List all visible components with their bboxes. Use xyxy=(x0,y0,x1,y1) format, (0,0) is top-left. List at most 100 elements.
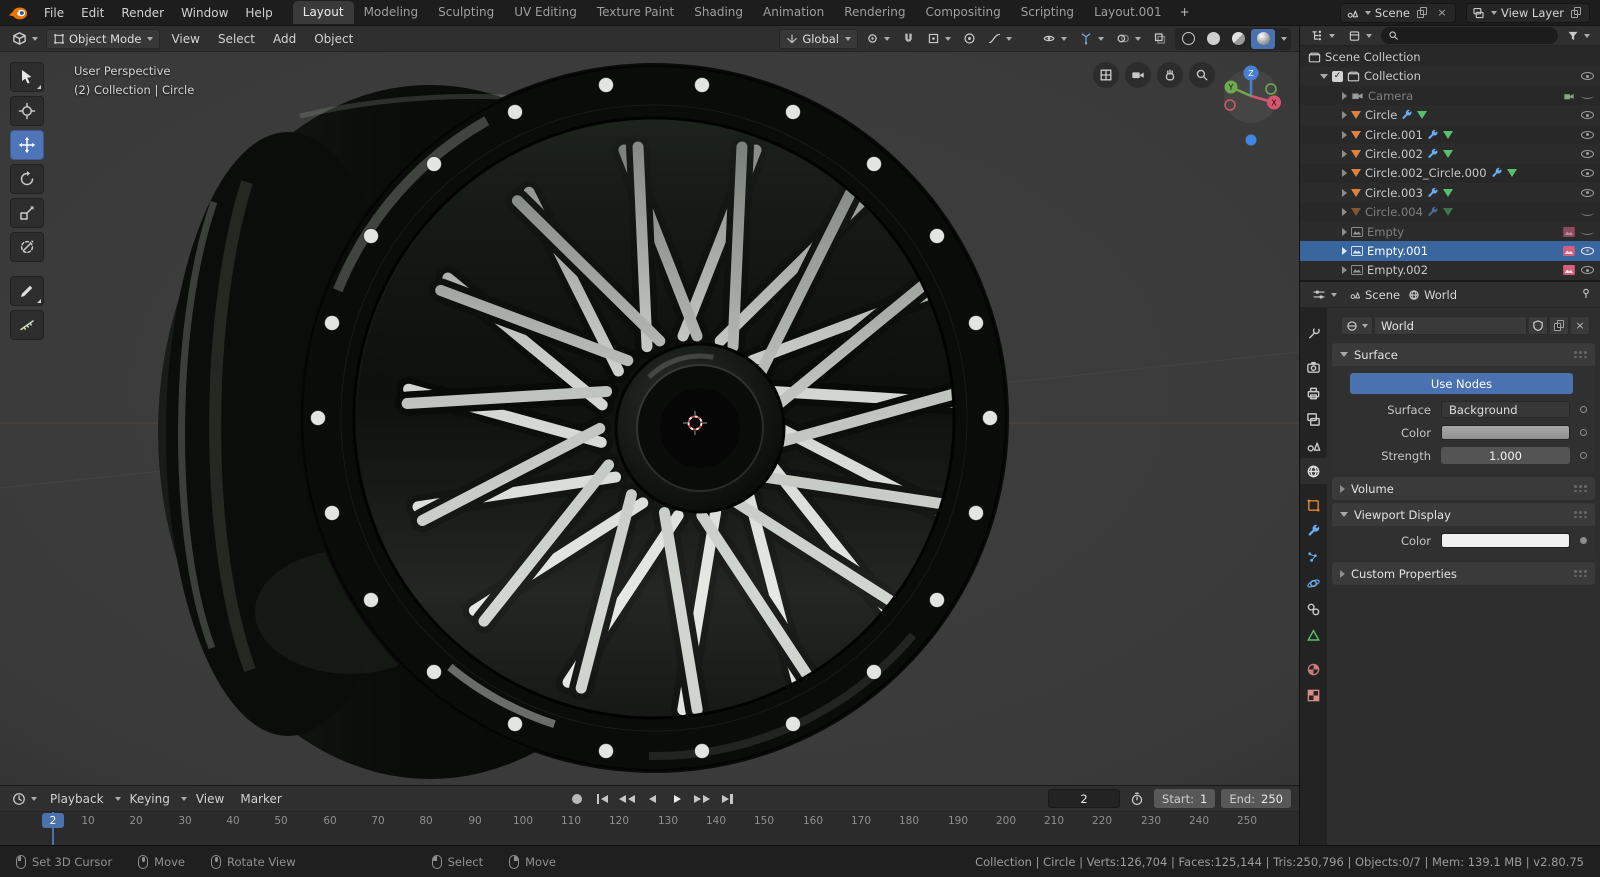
shading-dropdown[interactable] xyxy=(1276,29,1290,49)
tool-transform[interactable] xyxy=(10,232,44,262)
menu-view[interactable]: View xyxy=(164,29,206,49)
menu-timeline-view[interactable]: View xyxy=(189,789,231,809)
menu-keying[interactable]: Keying xyxy=(123,789,177,809)
tab-material[interactable] xyxy=(1300,656,1327,682)
visibility-eye-icon[interactable] xyxy=(1581,111,1594,120)
visibility-eye-icon[interactable] xyxy=(1581,246,1594,255)
row-circle[interactable]: Circle xyxy=(1300,105,1600,125)
timeline-ruler[interactable]: 10 20 30 40 50 60 70 80 90 100 110 120 1… xyxy=(0,812,1299,845)
disclosure-icon[interactable] xyxy=(1342,91,1347,100)
previous-keyframe-button[interactable] xyxy=(616,789,638,808)
menu-playback[interactable]: Playback xyxy=(43,789,111,809)
world-color-swatch[interactable] xyxy=(1441,425,1570,440)
row-scene-collection[interactable]: Scene Collection xyxy=(1300,47,1600,66)
outliner-editor-type-button[interactable] xyxy=(1306,27,1339,44)
tab-tool[interactable] xyxy=(1300,320,1327,346)
tab-particles[interactable] xyxy=(1300,544,1327,570)
auto-keyframe-button[interactable] xyxy=(566,789,588,808)
disclosure-open-icon[interactable] xyxy=(1320,73,1328,79)
disclosure-icon[interactable] xyxy=(1342,246,1347,255)
perspective-toggle-button[interactable] xyxy=(1093,62,1119,88)
proportional-falloff-dropdown[interactable] xyxy=(984,30,1016,47)
row-circle-004[interactable]: Circle.004 xyxy=(1300,202,1600,221)
disclosure-icon[interactable] xyxy=(1342,130,1347,139)
add-workspace-button[interactable]: + xyxy=(1172,1,1198,24)
row-circle-002[interactable]: Circle.002 xyxy=(1300,144,1600,164)
proportional-editing-button[interactable] xyxy=(959,30,980,47)
tab-texture[interactable] xyxy=(1300,682,1327,708)
scene-name[interactable]: Scene xyxy=(1375,6,1410,20)
visibility-eye-icon[interactable] xyxy=(1581,266,1594,275)
tool-scale[interactable] xyxy=(10,198,44,228)
tool-cursor[interactable] xyxy=(10,96,44,126)
new-scene-icon[interactable] xyxy=(1414,5,1430,21)
tool-measure[interactable] xyxy=(10,310,44,340)
outliner-display-mode-button[interactable] xyxy=(1344,28,1376,44)
disclosure-icon[interactable] xyxy=(1342,149,1347,158)
preview-range-button[interactable] xyxy=(1126,790,1148,808)
new-view-layer-icon[interactable] xyxy=(1568,5,1584,21)
strength-field[interactable]: 1.000 xyxy=(1441,447,1570,464)
decorator-dot[interactable] xyxy=(1579,429,1587,436)
workspace-tab-texture-paint[interactable]: Texture Paint xyxy=(587,1,684,24)
disclosure-icon[interactable] xyxy=(1342,188,1347,197)
xray-toggle-button[interactable] xyxy=(1149,30,1171,47)
jump-to-end-button[interactable] xyxy=(716,789,738,808)
menu-add[interactable]: Add xyxy=(266,29,303,49)
workspace-tab-animation[interactable]: Animation xyxy=(753,1,834,24)
outliner-search[interactable] xyxy=(1381,27,1558,45)
surface-shader-dropdown[interactable]: Background xyxy=(1441,401,1570,418)
object-name[interactable]: Circle xyxy=(1365,108,1397,122)
tool-move[interactable] xyxy=(10,130,44,160)
new-world-button[interactable] xyxy=(1550,316,1569,335)
view-layer-selector[interactable]: View Layer xyxy=(1465,2,1590,23)
frame-end-field[interactable]: End: 250 xyxy=(1221,789,1291,808)
disclosure-icon[interactable] xyxy=(1342,266,1347,275)
snap-target-dropdown[interactable] xyxy=(923,30,955,47)
frame-start-field[interactable]: Start: 1 xyxy=(1154,789,1216,808)
outliner-filter-button[interactable] xyxy=(1563,28,1594,44)
menu-file[interactable]: File xyxy=(36,3,72,23)
transform-orientation-dropdown[interactable]: Global xyxy=(779,28,858,49)
object-name[interactable]: Camera xyxy=(1368,89,1413,103)
visibility-eye-icon[interactable] xyxy=(1581,130,1594,139)
tab-output[interactable] xyxy=(1300,380,1327,406)
navigation-gizmo[interactable]: Z X Y xyxy=(1219,64,1283,151)
snap-toggle-button[interactable] xyxy=(898,30,919,47)
row-circle-003[interactable]: Circle.003 xyxy=(1300,183,1600,203)
decorator-dot[interactable] xyxy=(1579,452,1587,459)
unlink-world-button[interactable]: × xyxy=(1571,316,1590,335)
row-empty-001-selected[interactable]: Empty.001 xyxy=(1300,241,1600,261)
menu-select[interactable]: Select xyxy=(211,29,262,49)
play-reverse-button[interactable] xyxy=(641,789,663,808)
tab-object-data[interactable] xyxy=(1300,622,1327,648)
row-empty-002[interactable]: Empty.002 xyxy=(1300,260,1600,280)
world-name-field[interactable]: World xyxy=(1375,316,1527,335)
browse-world-button[interactable] xyxy=(1341,316,1373,335)
zoom-view-button[interactable] xyxy=(1189,62,1215,88)
surface-panel-header[interactable]: Surface xyxy=(1332,343,1595,366)
visibility-eye-icon[interactable] xyxy=(1581,149,1594,158)
object-name[interactable]: Circle.002_Circle.000 xyxy=(1365,166,1487,180)
workspace-tab-layout-001[interactable]: Layout.001 xyxy=(1084,1,1172,24)
tab-view-layer[interactable] xyxy=(1300,406,1327,432)
menu-object[interactable]: Object xyxy=(307,29,360,49)
tool-rotate[interactable] xyxy=(10,164,44,194)
volume-panel-header[interactable]: Volume xyxy=(1332,477,1595,500)
object-name[interactable]: Circle.004 xyxy=(1365,205,1423,219)
visibility-eye-icon[interactable] xyxy=(1581,169,1594,178)
search-input[interactable] xyxy=(1403,29,1551,42)
shading-solid-button[interactable] xyxy=(1201,29,1225,49)
pan-view-button[interactable] xyxy=(1157,62,1183,88)
object-name[interactable]: Circle.003 xyxy=(1365,186,1423,200)
tool-select-box[interactable] xyxy=(10,62,44,92)
custom-properties-panel-header[interactable]: Custom Properties xyxy=(1332,562,1595,585)
decorator-dot[interactable] xyxy=(1579,537,1587,544)
viewport-3d[interactable]: User Perspective (2) Collection | Circle xyxy=(0,52,1299,785)
properties-editor-type-button[interactable] xyxy=(1308,286,1341,303)
timeline-editor-type-button[interactable] xyxy=(8,790,41,808)
pivot-point-dropdown[interactable] xyxy=(862,30,894,47)
menu-marker[interactable]: Marker xyxy=(233,789,288,809)
tab-world[interactable] xyxy=(1300,458,1327,484)
row-circle-001[interactable]: Circle.001 xyxy=(1300,125,1600,144)
